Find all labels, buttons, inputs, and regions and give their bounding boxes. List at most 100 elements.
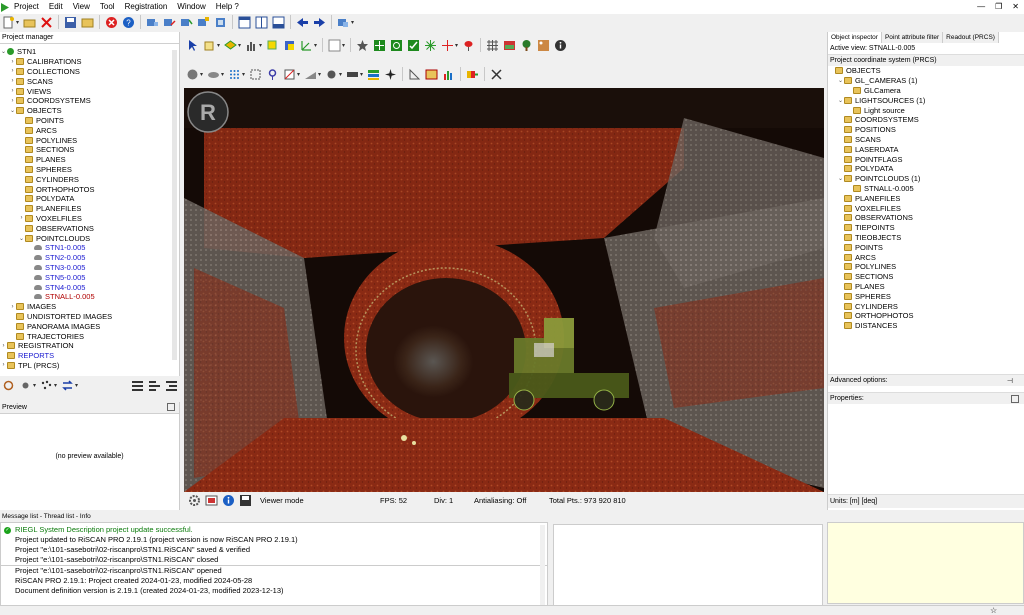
settings-gear-icon[interactable] (188, 494, 201, 507)
star-icon[interactable]: ☆ (990, 606, 997, 615)
window-close-button[interactable]: ✕ (1007, 0, 1024, 14)
slope-tool-button[interactable] (304, 68, 317, 81)
object-tree-item[interactable]: STNALL-0.005 (828, 184, 1024, 194)
window-minimize-button[interactable]: — (972, 0, 990, 14)
project-tree-item[interactable]: POINTS (0, 116, 179, 126)
scanner-import-button[interactable] (163, 16, 176, 29)
object-tree-item[interactable]: ARCS (828, 252, 1024, 262)
object-tree-item[interactable]: COORDSYSTEMS (828, 115, 1024, 125)
menu-project[interactable]: Project (9, 0, 44, 14)
menu-registration[interactable]: Registration (120, 0, 173, 14)
image-tool-button[interactable] (503, 39, 516, 52)
project-tree-item[interactable]: PANORAMA IMAGES (0, 321, 179, 331)
project-tree-scrollbar[interactable] (172, 50, 177, 360)
zoom-extent-caret[interactable]: ▾ (342, 42, 347, 49)
rect-tool-button[interactable] (346, 68, 359, 81)
object-tree-item[interactable]: POINTS (828, 242, 1024, 252)
scanner-connect-button[interactable] (146, 16, 159, 29)
expander-icon[interactable]: ⌄ (837, 77, 844, 84)
project-tree-item[interactable]: CYLINDERS (0, 174, 179, 184)
expander-icon[interactable]: › (18, 215, 25, 221)
object-tree-item[interactable]: SECTIONS (828, 272, 1024, 282)
project-tree-item[interactable]: SECTIONS (0, 145, 179, 155)
crosshair-tool-button[interactable] (373, 39, 386, 52)
project-tree-item[interactable]: ⌄ OBJECTS (0, 106, 179, 116)
object-tree-item[interactable]: ⌄ GL_CAMERAS (1) (828, 76, 1024, 86)
gallery-tool-button[interactable] (425, 68, 438, 81)
object-tree-item[interactable]: GLCamera (828, 86, 1024, 96)
object-tree-item[interactable]: PLANES (828, 282, 1024, 292)
project-tree-item[interactable]: STNALL-0.005 (0, 292, 179, 302)
help-button[interactable]: ? (122, 16, 135, 29)
shading-tool-button[interactable] (186, 68, 199, 81)
list-view-2-button[interactable] (148, 379, 161, 392)
tab-point-attribute-filter[interactable]: Point attribute filter (881, 32, 944, 43)
message-tabs[interactable]: Message list - Thread list - Info (0, 512, 548, 522)
expander-icon[interactable]: ⌄ (837, 97, 844, 104)
cube-tool-button[interactable] (266, 39, 279, 52)
project-tree-item[interactable]: › CALIBRATIONS (0, 57, 179, 67)
shading-caret[interactable]: ▾ (200, 71, 205, 78)
project-tree-item[interactable]: STN1-0.005 (0, 243, 179, 253)
palette-tool-button[interactable] (537, 39, 550, 52)
color-arrow-button[interactable] (466, 68, 479, 81)
object-tree-item[interactable]: OBSERVATIONS (828, 213, 1024, 223)
pin-icon[interactable]: ⊣ (1007, 377, 1013, 385)
project-tree-item[interactable]: REPORTS (0, 351, 179, 361)
measure-tool-button[interactable] (245, 39, 258, 52)
scan-tool-caret[interactable]: ▾ (33, 382, 38, 389)
project-tree-item[interactable]: PLANES (0, 155, 179, 165)
project-tree-item[interactable]: POLYDATA (0, 194, 179, 204)
layer-stack-button[interactable] (367, 68, 380, 81)
object-tree-item[interactable]: OBJECTS (828, 66, 1024, 76)
spark-tool-button[interactable] (424, 39, 437, 52)
cloud-render-button[interactable] (207, 68, 220, 81)
object-tree-item[interactable]: SPHERES (828, 291, 1024, 301)
expander-icon[interactable]: ⌄ (9, 107, 16, 114)
tab-readout[interactable]: Readout (PRCS) (943, 32, 999, 43)
scan-tool-button[interactable] (19, 379, 32, 392)
project-tree-item[interactable]: SPHERES (0, 165, 179, 175)
save-view-icon[interactable] (239, 494, 252, 507)
object-tree-item[interactable]: TIEOBJECTS (828, 233, 1024, 243)
points-tool-button[interactable] (40, 379, 53, 392)
menu-edit[interactable]: Edit (44, 0, 68, 14)
object-tree-item[interactable]: ORTHOPHOTOS (828, 311, 1024, 321)
object-tree-item[interactable]: POLYDATA (828, 164, 1024, 174)
forward-arrow-icon[interactable] (313, 16, 326, 29)
list-view-1-button[interactable] (131, 379, 144, 392)
project-tree-item[interactable]: ⌄ POINTCLOUDS (0, 233, 179, 243)
project-tree-item[interactable]: ORTHOPHOTOS (0, 184, 179, 194)
point-grid-button[interactable] (228, 68, 241, 81)
slope-tool-caret[interactable]: ▾ (318, 71, 323, 78)
compass-tool-button[interactable] (384, 68, 397, 81)
points-tool-caret[interactable]: ▾ (54, 382, 59, 389)
filter-icon[interactable] (2, 379, 15, 392)
menu-view[interactable]: View (68, 0, 95, 14)
project-tree-item[interactable]: STN4-0.005 (0, 282, 179, 292)
project-tree-item[interactable]: POLYLINES (0, 135, 179, 145)
expander-icon[interactable]: › (9, 59, 16, 65)
project-tree-item[interactable]: STN2-0.005 (0, 253, 179, 263)
close-tool-icon[interactable] (490, 68, 503, 81)
tree-root[interactable]: ⌄ STN1 (0, 47, 179, 57)
chart-tool-button[interactable] (442, 68, 455, 81)
back-arrow-icon[interactable] (296, 16, 309, 29)
expander-icon[interactable]: › (9, 68, 16, 74)
probe-tool-button[interactable] (266, 68, 279, 81)
layers-tool-caret[interactable]: ▾ (238, 42, 243, 49)
menu-tool[interactable]: Tool (95, 0, 120, 14)
expander-icon[interactable]: › (9, 98, 16, 104)
grid-tool-button[interactable] (486, 39, 499, 52)
project-tree-item[interactable]: STN3-0.005 (0, 263, 179, 273)
zoom-extent-button[interactable] (328, 39, 341, 52)
properties-refresh-icon[interactable] (1011, 394, 1019, 403)
clip-tool-button[interactable] (249, 68, 262, 81)
project-tree-item[interactable]: › SCANS (0, 76, 179, 86)
split-tool-caret[interactable]: ▾ (297, 71, 302, 78)
expander-icon[interactable]: ⌄ (18, 235, 25, 242)
object-tree-item[interactable]: POLYLINES (828, 262, 1024, 272)
layout-single-button[interactable] (238, 16, 251, 29)
project-tree-item[interactable]: › TPL (PRCS) (0, 361, 179, 371)
delete-button[interactable] (40, 16, 53, 29)
